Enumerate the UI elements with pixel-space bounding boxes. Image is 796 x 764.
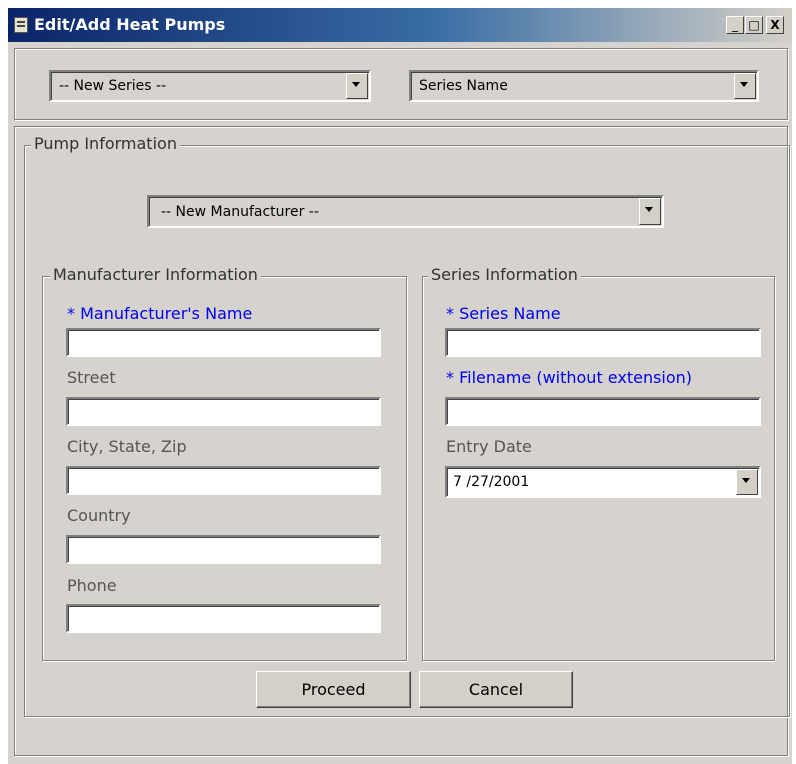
manufacturer-information-legend: Manufacturer Information [50,265,261,285]
chevron-down-icon[interactable] [639,198,661,225]
street-label: Street [67,368,116,387]
entry-date-picker[interactable]: 7 /27/2001 [445,466,761,498]
phone-input[interactable] [66,604,381,633]
country-input[interactable] [66,535,381,564]
manufacturer-name-input[interactable] [66,328,381,357]
city-state-zip-input[interactable] [66,466,381,495]
window-title: Edit/Add Heat Pumps [34,15,226,34]
series-name-input[interactable] [445,328,761,357]
manufacturer-dropdown[interactable]: -- New Manufacturer -- [147,195,664,228]
filename-input[interactable] [445,397,761,426]
chevron-down-icon[interactable] [346,73,368,99]
cancel-button[interactable]: Cancel [419,671,573,708]
maximize-button[interactable]: □ [745,16,763,34]
title-bar[interactable]: Edit/Add Heat Pumps _ □ X [8,8,792,42]
minimize-button[interactable]: _ [726,16,744,34]
manufacturer-dropdown-value: -- New Manufacturer -- [161,203,319,220]
series-information-legend: Series Information [428,265,581,285]
series-dropdown-value: -- New Series -- [59,78,167,94]
chevron-down-icon[interactable] [734,73,756,99]
series-dropdown[interactable]: -- New Series -- [49,70,371,102]
close-button[interactable]: X [766,16,784,34]
app-icon [14,17,28,33]
city-state-zip-label: City, State, Zip [67,437,187,456]
series-name-dropdown-value: Series Name [419,78,508,94]
entry-date-value: 7 /27/2001 [453,474,530,490]
series-name-label: * Series Name [446,304,561,323]
street-input[interactable] [66,397,381,426]
series-name-dropdown[interactable]: Series Name [409,70,759,102]
pump-information-legend: Pump Information [31,134,180,154]
chevron-down-icon[interactable] [736,469,758,495]
entry-date-label: Entry Date [446,437,532,456]
phone-label: Phone [67,576,117,595]
country-label: Country [67,506,131,525]
proceed-button[interactable]: Proceed [256,671,411,708]
manufacturer-name-label: * Manufacturer's Name [67,304,253,323]
filename-label: * Filename (without extension) [446,368,693,387]
